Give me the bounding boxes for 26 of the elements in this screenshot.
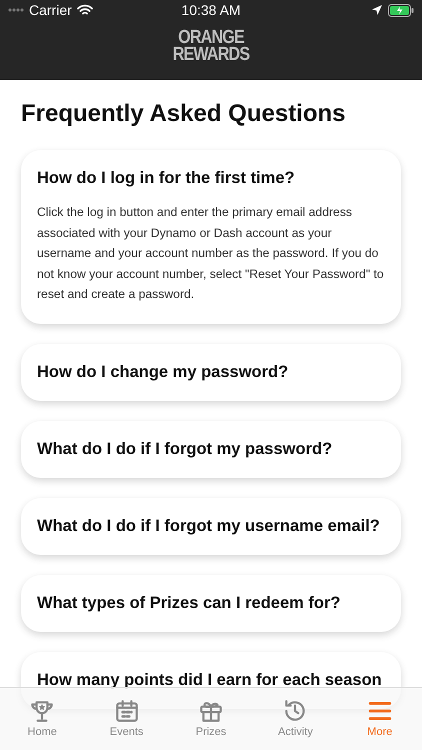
signal-icon: [8, 8, 24, 12]
tab-label: More: [367, 726, 392, 738]
tab-label: Events: [110, 726, 144, 738]
faq-card[interactable]: How do I change my password?: [21, 344, 401, 400]
faq-question: What types of Prizes can I redeem for?: [37, 594, 342, 612]
faq-card[interactable]: [21, 150, 401, 324]
tab-label: Home: [28, 726, 57, 738]
faq-card[interactable]: What types of Prizes can I redeem for?: [21, 574, 401, 632]
faq-question: How do I change my password?: [37, 362, 290, 382]
faq-question: What do I do if I forgot my username email?: [37, 516, 381, 536]
tab-label: Activity: [278, 726, 313, 738]
faq-answer: Click the log in button and enter the primary email address associated with your Dynamo or Dash account as your username and your account number as the password. If you do not know your account number, select "Reset Your Password" to reset and create a password.: [37, 204, 385, 303]
faq-question: What do I do if I forgot my password?: [37, 440, 334, 458]
faq-card[interactable]: What do I do if I forgot my username email?: [21, 498, 401, 554]
carrier-text: Carrier: [29, 2, 72, 18]
wifi-icon: [76, 4, 93, 16]
faq-question: How do I log in for the first time?: [37, 169, 296, 188]
logo: ORANGE REWARDS: [172, 26, 250, 67]
location-arrow-icon: [371, 4, 383, 16]
faq-card[interactable]: What do I do if I forgot my password?: [21, 420, 401, 478]
tab-label: Prizes: [196, 726, 226, 738]
faq-question: How many points did I earn for each season: [37, 670, 383, 690]
time-text: 10:38 AM: [181, 2, 241, 18]
calendar-icon: [114, 698, 140, 724]
page-title: Frequently Asked Questions: [21, 100, 347, 128]
battery-icon: [388, 4, 414, 16]
